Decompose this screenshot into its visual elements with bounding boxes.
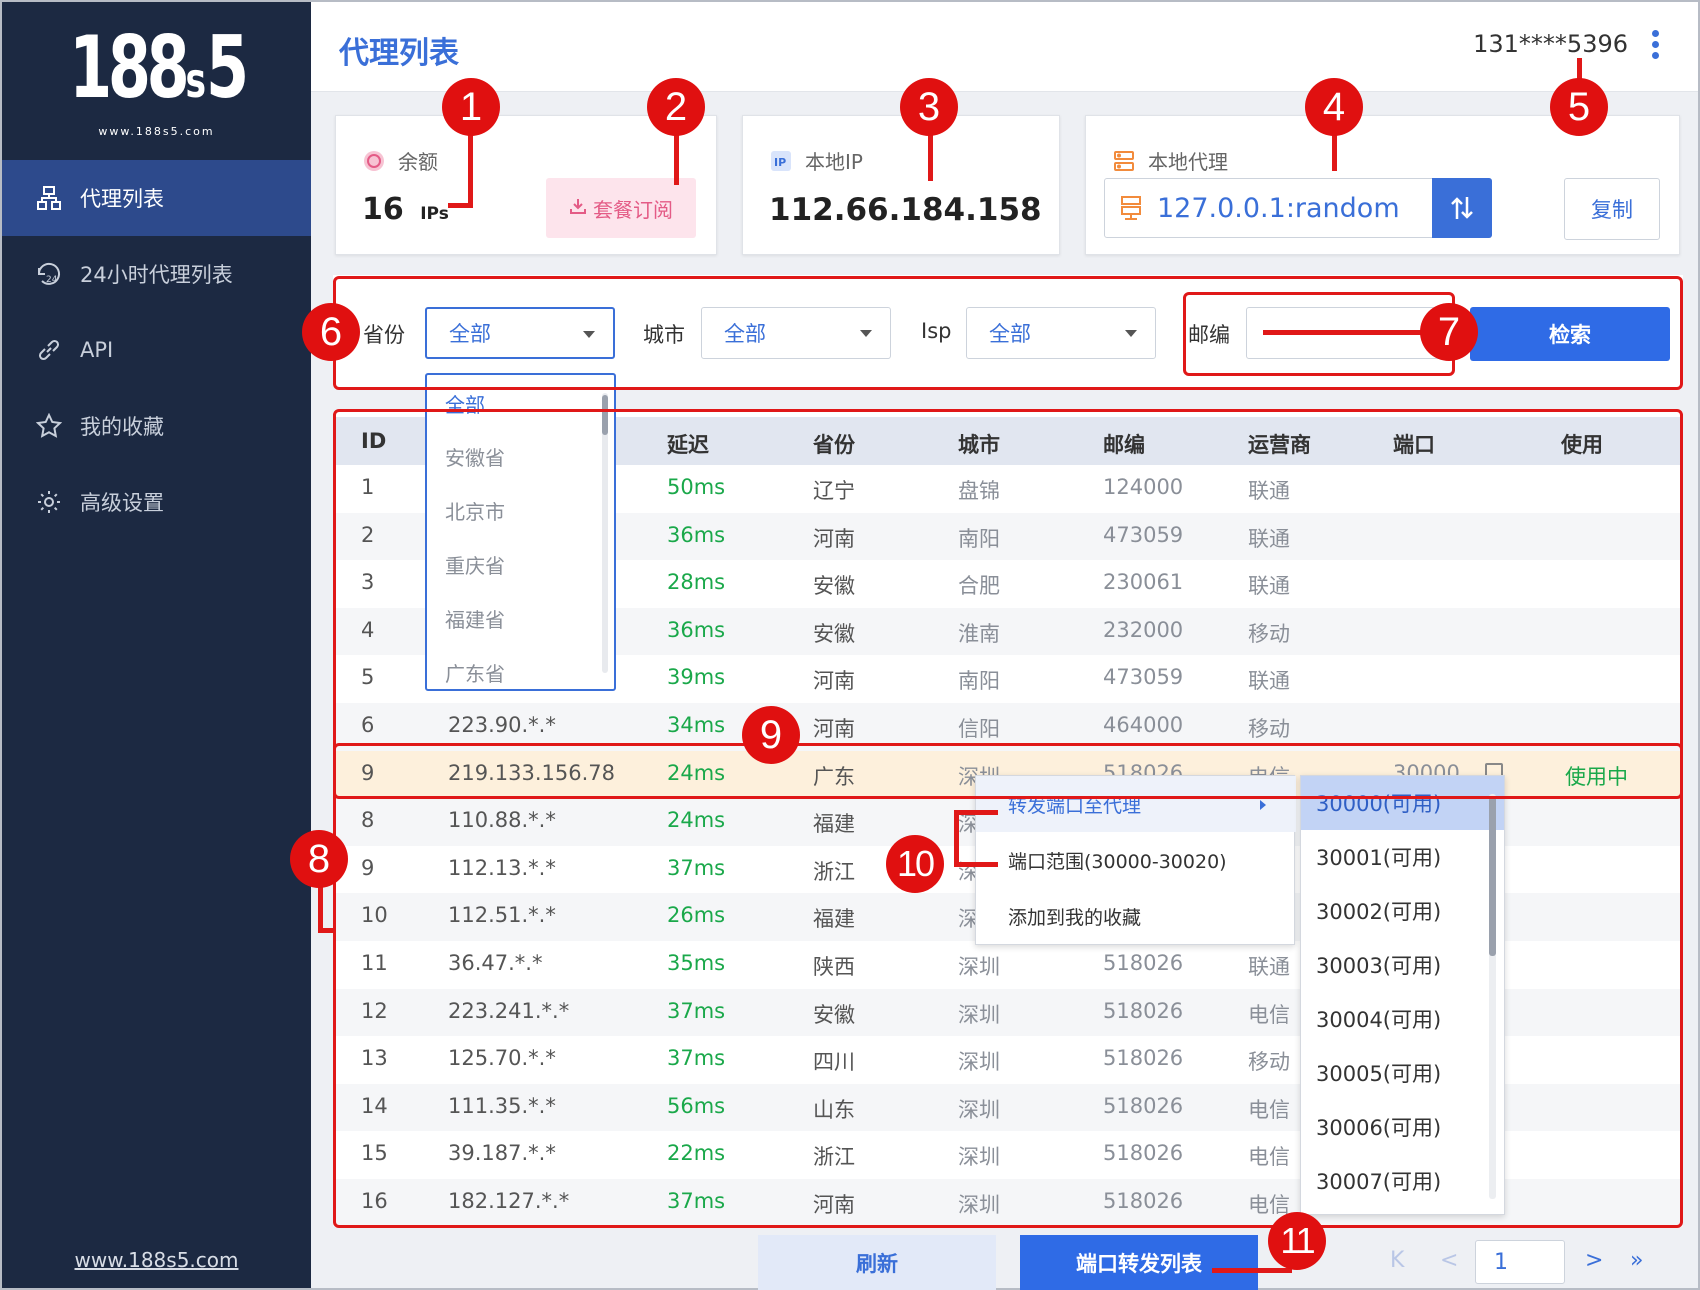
- coin-icon: [362, 149, 386, 173]
- annotation-line: [928, 135, 933, 181]
- local-ip-value: 112.66.184.158: [769, 192, 1042, 228]
- server-icon: [1112, 149, 1136, 173]
- annotation-box-table: [333, 409, 1683, 1228]
- prev-page-icon[interactable]: <: [1440, 1248, 1458, 1273]
- annotation-badge: 6: [302, 303, 360, 361]
- annotation-line: [1263, 330, 1423, 335]
- ip-icon: IP: [769, 149, 793, 173]
- gear-icon: [34, 487, 64, 517]
- sidebar-item-label: 24小时代理列表: [80, 263, 233, 287]
- annotation-line: [448, 203, 473, 208]
- local-ip-label: IP 本地IP: [769, 146, 863, 175]
- download-icon: [569, 196, 587, 220]
- link-icon: [34, 335, 64, 365]
- sidebar-item-favorites[interactable]: 我的收藏: [2, 388, 311, 464]
- local-proxy-value: 127.0.0.1:random: [1157, 192, 1400, 224]
- annotation-line: [468, 130, 473, 206]
- sidebar-item-settings[interactable]: 高级设置: [2, 464, 311, 540]
- svg-text:24: 24: [46, 275, 58, 285]
- refresh-button[interactable]: 刷新: [758, 1235, 996, 1290]
- sidebar-item-label: 高级设置: [80, 491, 164, 515]
- balance-value: 16 IPs: [362, 192, 449, 227]
- subscribe-button[interactable]: 套餐订阅: [546, 178, 696, 238]
- annotation-box-row: [333, 743, 1683, 799]
- logo: 188s5 www.188s5.com: [2, 22, 311, 142]
- page-title: 代理列表: [339, 36, 459, 71]
- copy-button[interactable]: 复制: [1564, 178, 1660, 240]
- annotation-box-filter: [333, 276, 1683, 390]
- swap-vertical-icon: [1451, 197, 1473, 219]
- network-icon: [34, 183, 64, 213]
- page-number-input[interactable]: 1: [1475, 1240, 1565, 1284]
- annotation-badge: 7: [1420, 303, 1478, 361]
- svg-text:IP: IP: [774, 156, 786, 169]
- annotation-badge: 9: [742, 706, 800, 764]
- annotation-line: [1212, 1268, 1292, 1273]
- annotation-badge: 8: [290, 830, 348, 888]
- user-account[interactable]: 131****5396: [1473, 30, 1628, 58]
- annotation-line: [674, 135, 679, 185]
- clock-24-icon: 24: [34, 259, 64, 289]
- annotation-line: [1332, 135, 1337, 171]
- last-page-icon[interactable]: »: [1630, 1248, 1643, 1273]
- annotation-badge: 11: [1268, 1212, 1326, 1270]
- proxy-server-icon: [1119, 195, 1143, 221]
- annotation-badge: 3: [900, 78, 958, 136]
- annotation-line: [954, 862, 998, 867]
- annotation-badge: 5: [1550, 78, 1608, 136]
- local-proxy-field[interactable]: 127.0.0.1:random: [1104, 178, 1492, 238]
- annotation-line: [954, 810, 959, 866]
- star-icon: [34, 411, 64, 441]
- local-proxy-card: 本地代理 127.0.0.1:random 复制: [1085, 115, 1680, 255]
- annotation-badge: 4: [1305, 78, 1363, 136]
- balance-label: 余额: [362, 146, 438, 175]
- annotation-badge: 1: [442, 78, 500, 136]
- sidebar-item-api[interactable]: API: [2, 312, 311, 388]
- local-proxy-label: 本地代理: [1112, 146, 1228, 175]
- sidebar-item-proxy-list[interactable]: 代理列表: [2, 160, 311, 236]
- sidebar-nav: 代理列表 24 24小时代理列表 API 我的收藏 高级设置: [2, 160, 311, 540]
- annotation-badge: 2: [647, 78, 705, 136]
- annotation-badge: 10: [886, 835, 944, 893]
- sidebar-item-label: 我的收藏: [80, 415, 164, 439]
- sidebar-item-label: API: [80, 338, 114, 362]
- port-forward-list-button[interactable]: 端口转发列表: [1020, 1235, 1258, 1290]
- first-page-icon[interactable]: K: [1390, 1248, 1404, 1273]
- local-ip-card: IP 本地IP 112.66.184.158: [742, 115, 1060, 255]
- next-page-icon[interactable]: >: [1585, 1248, 1603, 1273]
- sidebar-item-24h-proxy-list[interactable]: 24 24小时代理列表: [2, 236, 311, 312]
- swap-proxy-button[interactable]: [1432, 178, 1492, 238]
- annotation-line: [954, 810, 998, 815]
- header: 代理列表 131****5396: [311, 2, 1698, 92]
- more-vertical-icon[interactable]: [1652, 30, 1662, 62]
- site-link[interactable]: www.188s5.com: [2, 1248, 311, 1272]
- sidebar: 188s5 www.188s5.com 代理列表 24 24小时代理列表 API: [2, 2, 311, 1288]
- annotation-line: [318, 928, 336, 933]
- balance-card: 余额 16 IPs 套餐订阅: [335, 115, 717, 255]
- sidebar-item-label: 代理列表: [80, 187, 164, 211]
